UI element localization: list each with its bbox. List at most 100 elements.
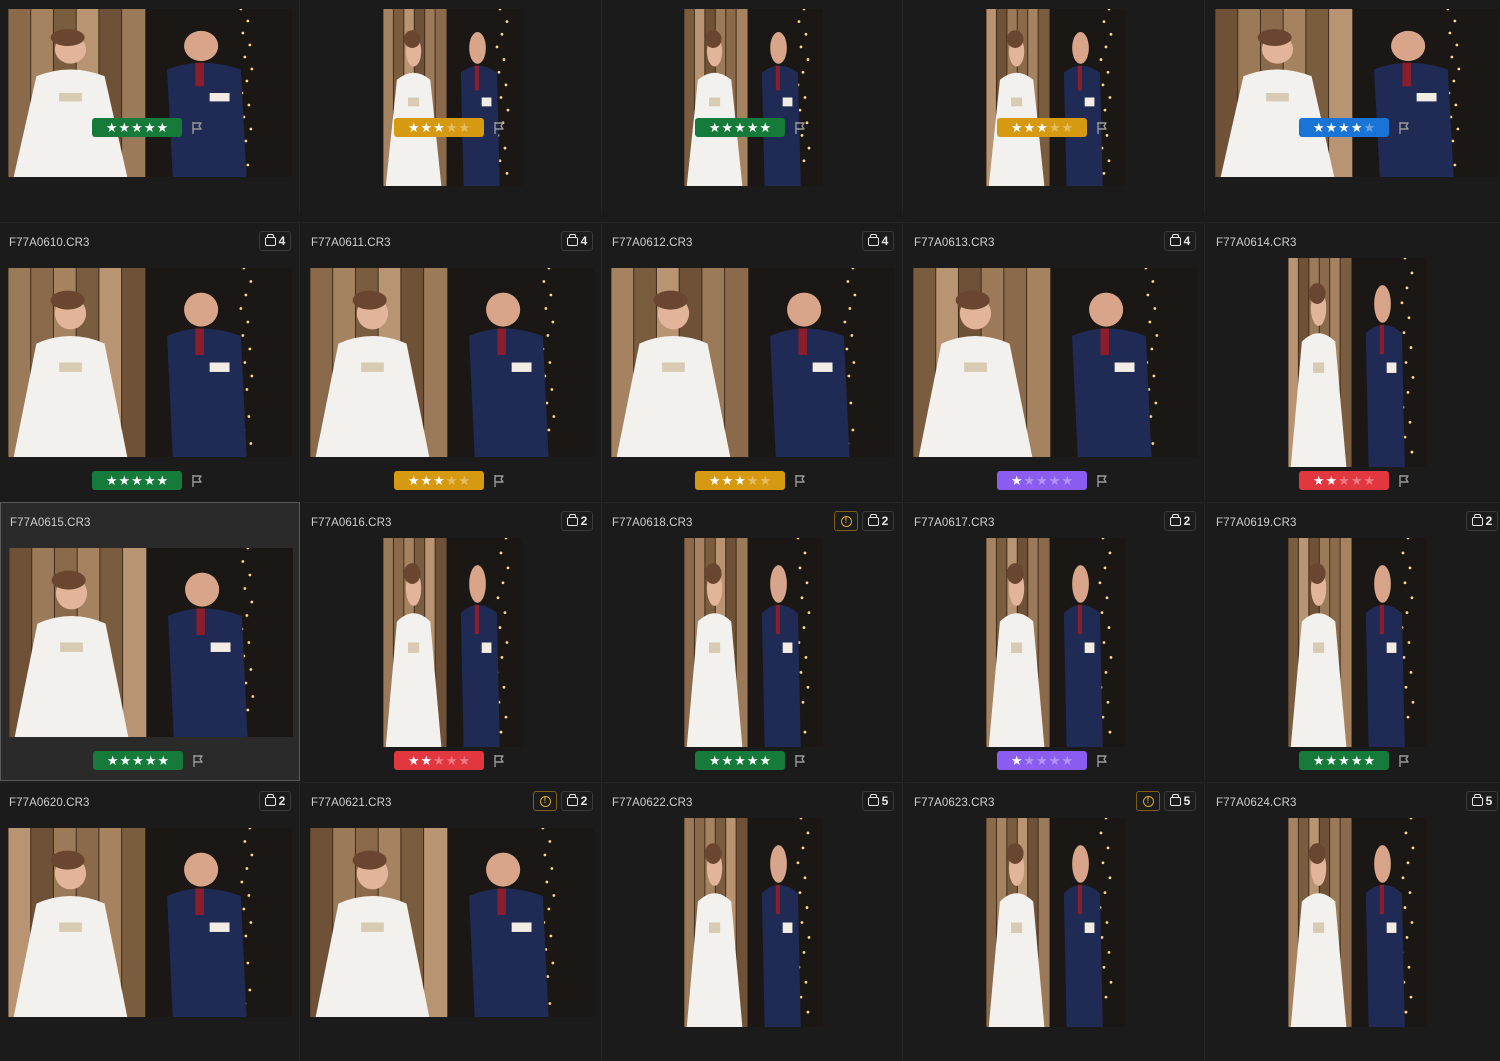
star-icon[interactable]: ★ bbox=[1036, 118, 1048, 137]
photo-cell[interactable]: ★ ★ ★ ★ ★ bbox=[1207, 0, 1500, 214]
star-icon[interactable]: ★ bbox=[107, 751, 119, 770]
photo-cell[interactable]: F77A0615.CR3 ★ ★ ★ ★ ★ bbox=[0, 502, 300, 781]
star-rating[interactable]: ★ ★ ★ ★ ★ bbox=[394, 118, 484, 137]
star-rating[interactable]: ★ ★ ★ ★ ★ bbox=[93, 751, 183, 770]
stack-count-badge[interactable]: 4 bbox=[1164, 231, 1196, 251]
star-icon[interactable]: ★ bbox=[408, 471, 420, 490]
star-icon[interactable]: ★ bbox=[1338, 471, 1350, 490]
photo-thumbnail[interactable] bbox=[913, 268, 1197, 457]
star-icon[interactable]: ★ bbox=[1351, 751, 1363, 770]
star-icon[interactable]: ★ bbox=[1326, 471, 1338, 490]
star-icon[interactable]: ★ bbox=[709, 118, 721, 137]
flag-icon[interactable] bbox=[793, 754, 807, 768]
star-icon[interactable]: ★ bbox=[433, 471, 445, 490]
star-icon[interactable]: ★ bbox=[759, 118, 771, 137]
star-rating[interactable]: ★ ★ ★ ★ ★ bbox=[1299, 471, 1389, 490]
star-icon[interactable]: ★ bbox=[156, 471, 168, 490]
star-rating[interactable]: ★ ★ ★ ★ ★ bbox=[1299, 118, 1389, 137]
photo-thumbnail[interactable] bbox=[1288, 538, 1427, 747]
star-icon[interactable]: ★ bbox=[759, 751, 771, 770]
flag-icon[interactable] bbox=[1397, 474, 1411, 488]
stack-count-badge[interactable]: 5 bbox=[1164, 791, 1196, 811]
star-icon[interactable]: ★ bbox=[132, 751, 144, 770]
star-icon[interactable]: ★ bbox=[1011, 118, 1023, 137]
star-icon[interactable]: ★ bbox=[1326, 751, 1338, 770]
star-icon[interactable]: ★ bbox=[1049, 471, 1061, 490]
flag-icon[interactable] bbox=[793, 121, 807, 135]
star-icon[interactable]: ★ bbox=[759, 471, 771, 490]
star-icon[interactable]: ★ bbox=[1049, 118, 1061, 137]
star-icon[interactable]: ★ bbox=[709, 471, 721, 490]
star-icon[interactable]: ★ bbox=[734, 751, 746, 770]
photo-thumbnail[interactable] bbox=[1215, 9, 1499, 177]
star-icon[interactable]: ★ bbox=[458, 471, 470, 490]
photo-cell[interactable]: ★ ★ ★ ★ ★ bbox=[0, 0, 300, 214]
photo-thumbnail[interactable] bbox=[310, 828, 594, 1017]
star-icon[interactable]: ★ bbox=[145, 751, 157, 770]
warning-badge[interactable]: ! bbox=[533, 791, 557, 811]
star-icon[interactable]: ★ bbox=[421, 751, 433, 770]
flag-icon[interactable] bbox=[492, 121, 506, 135]
star-icon[interactable]: ★ bbox=[1326, 118, 1338, 137]
star-icon[interactable]: ★ bbox=[1061, 118, 1073, 137]
star-icon[interactable]: ★ bbox=[1338, 751, 1350, 770]
photo-cell[interactable]: F77A0619.CR3 2 ★ ★ ★ ★ ★ bbox=[1207, 502, 1500, 781]
star-icon[interactable]: ★ bbox=[421, 471, 433, 490]
stack-count-badge[interactable]: 2 bbox=[561, 511, 593, 531]
photo-cell[interactable]: F77A0612.CR3 4 ★ ★ ★ ★ ★ bbox=[603, 222, 903, 501]
photo-thumbnail[interactable] bbox=[611, 268, 895, 457]
warning-badge[interactable]: ! bbox=[834, 511, 858, 531]
star-icon[interactable]: ★ bbox=[408, 751, 420, 770]
star-icon[interactable]: ★ bbox=[734, 118, 746, 137]
flag-icon[interactable] bbox=[492, 474, 506, 488]
photo-thumbnail[interactable] bbox=[986, 818, 1125, 1027]
photo-thumbnail[interactable] bbox=[9, 548, 293, 737]
star-icon[interactable]: ★ bbox=[408, 118, 420, 137]
stack-count-badge[interactable]: 5 bbox=[862, 791, 894, 811]
photo-cell[interactable]: F77A0621.CR3! 2 bbox=[302, 782, 602, 1061]
photo-thumbnail[interactable] bbox=[8, 268, 292, 457]
star-rating[interactable]: ★ ★ ★ ★ ★ bbox=[997, 751, 1087, 770]
photo-thumbnail[interactable] bbox=[1288, 818, 1427, 1027]
star-icon[interactable]: ★ bbox=[119, 471, 131, 490]
photo-cell[interactable]: F77A0617.CR3 2 ★ ★ ★ ★ ★ bbox=[905, 502, 1205, 781]
star-icon[interactable]: ★ bbox=[1313, 471, 1325, 490]
stack-count-badge[interactable]: 4 bbox=[862, 231, 894, 251]
star-icon[interactable]: ★ bbox=[156, 118, 168, 137]
star-icon[interactable]: ★ bbox=[106, 118, 118, 137]
photo-thumbnail[interactable] bbox=[684, 818, 823, 1027]
star-icon[interactable]: ★ bbox=[446, 751, 458, 770]
photo-cell[interactable]: F77A0622.CR3 5 bbox=[603, 782, 903, 1061]
photo-thumbnail[interactable] bbox=[684, 9, 823, 186]
star-icon[interactable]: ★ bbox=[131, 471, 143, 490]
star-icon[interactable]: ★ bbox=[722, 471, 734, 490]
star-icon[interactable]: ★ bbox=[1024, 751, 1036, 770]
stack-count-badge[interactable]: 2 bbox=[862, 511, 894, 531]
star-icon[interactable]: ★ bbox=[433, 751, 445, 770]
star-icon[interactable]: ★ bbox=[1049, 751, 1061, 770]
photo-cell[interactable]: ★ ★ ★ ★ ★ bbox=[603, 0, 903, 214]
star-icon[interactable]: ★ bbox=[747, 751, 759, 770]
photo-cell[interactable]: F77A0616.CR3 2 ★ ★ ★ ★ ★ bbox=[302, 502, 602, 781]
star-icon[interactable]: ★ bbox=[1061, 751, 1073, 770]
flag-icon[interactable] bbox=[1095, 754, 1109, 768]
photo-cell[interactable]: F77A0614.CR3 ★ ★ ★ ★ ★ bbox=[1207, 222, 1500, 501]
star-rating[interactable]: ★ ★ ★ ★ ★ bbox=[695, 118, 785, 137]
photo-cell[interactable]: ★ ★ ★ ★ ★ bbox=[302, 0, 602, 214]
star-icon[interactable]: ★ bbox=[458, 751, 470, 770]
photo-thumbnail[interactable] bbox=[986, 538, 1125, 747]
star-rating[interactable]: ★ ★ ★ ★ ★ bbox=[695, 751, 785, 770]
star-icon[interactable]: ★ bbox=[1036, 471, 1048, 490]
star-icon[interactable]: ★ bbox=[131, 118, 143, 137]
star-icon[interactable]: ★ bbox=[157, 751, 169, 770]
star-icon[interactable]: ★ bbox=[119, 118, 131, 137]
star-rating[interactable]: ★ ★ ★ ★ ★ bbox=[1299, 751, 1389, 770]
flag-icon[interactable] bbox=[793, 474, 807, 488]
star-icon[interactable]: ★ bbox=[747, 118, 759, 137]
star-rating[interactable]: ★ ★ ★ ★ ★ bbox=[92, 118, 182, 137]
photo-cell[interactable]: F77A0618.CR3! 2 ★ ★ ★ ★ ★ bbox=[603, 502, 903, 781]
star-icon[interactable]: ★ bbox=[120, 751, 132, 770]
photo-cell[interactable]: F77A0611.CR3 4 ★ ★ ★ ★ ★ bbox=[302, 222, 602, 501]
flag-icon[interactable] bbox=[1095, 474, 1109, 488]
photo-cell[interactable]: F77A0620.CR3 2 bbox=[0, 782, 300, 1061]
